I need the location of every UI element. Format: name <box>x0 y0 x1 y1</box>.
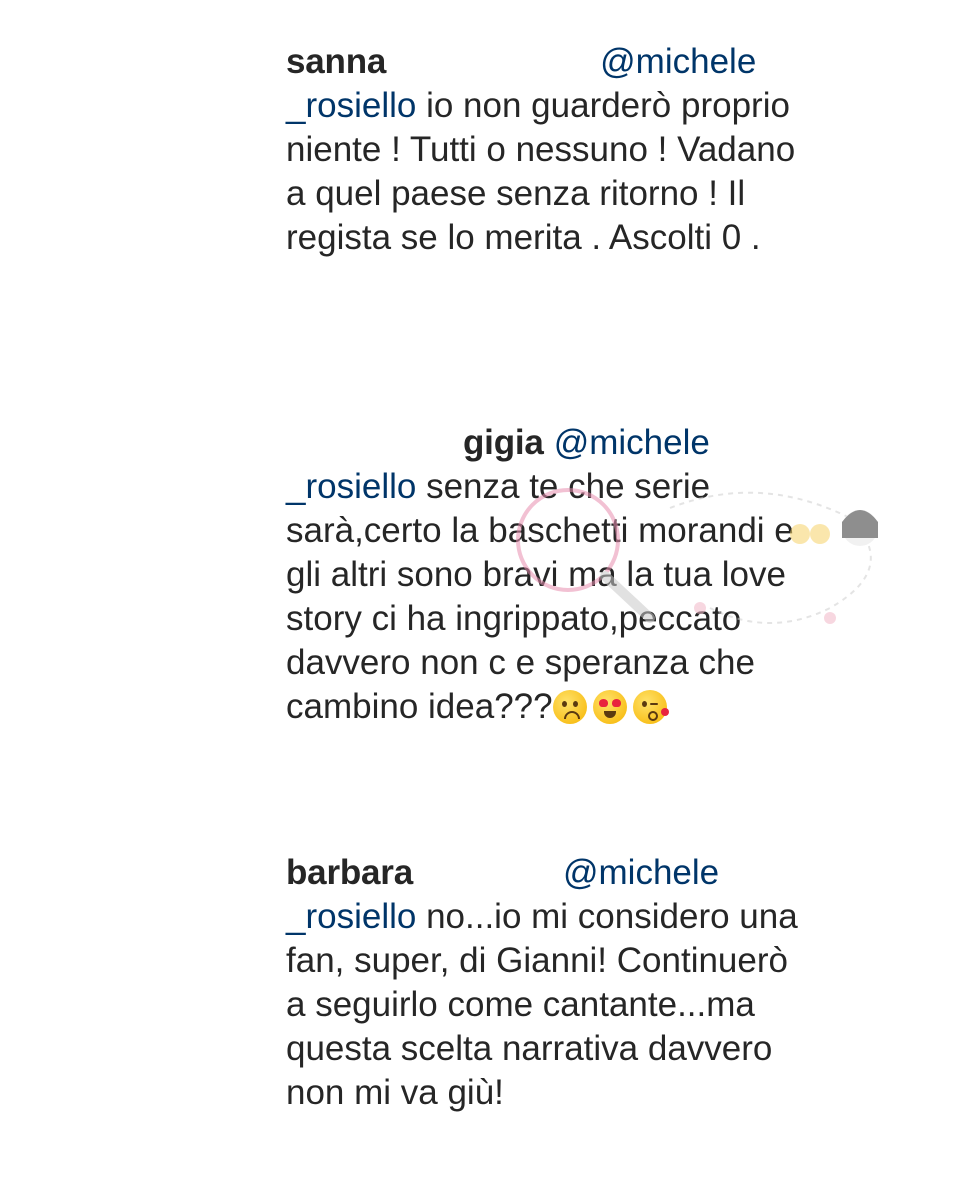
mention-link[interactable]: @michele <box>600 40 756 84</box>
comment: barbara @michele _rosiello no...io mi co… <box>286 851 846 1115</box>
comment-body: _rosiello io non guarderò proprio niente… <box>286 84 846 260</box>
worried-face-icon <box>552 690 587 724</box>
mention-link-continued[interactable]: _rosiello <box>286 467 416 506</box>
comment-text-last: cambino idea??? <box>286 687 553 726</box>
comment-last-line: cambino idea??? <box>286 685 846 729</box>
comment: sanna @michele _rosiello io non guarderò… <box>286 40 846 260</box>
mention-link[interactable]: @michele <box>563 851 719 895</box>
comment-body: _rosiello no...io mi considero una fan, … <box>286 895 846 1115</box>
comment: gigia @michele _rosiello senza te che se… <box>286 421 846 729</box>
comment-text: fan, super, di Gianni! Continuerò a segu… <box>286 941 788 1112</box>
comment-header: sanna @michele <box>286 40 846 84</box>
comment-body: _rosiello senza te che serie sarà,certo … <box>286 465 846 729</box>
mention-link-continued[interactable]: _rosiello <box>286 897 416 936</box>
comment-username[interactable]: sanna <box>286 40 386 84</box>
comment-username[interactable]: barbara <box>286 851 413 895</box>
comment-text-first: io non guarderò proprio <box>416 86 790 125</box>
comment-text: niente ! Tutti o nessuno ! Vadano a quel… <box>286 130 796 257</box>
comment-text: sarà,certo la baschetti morandi e gli al… <box>286 511 794 682</box>
mention-link[interactable]: @michele <box>554 421 710 465</box>
comment-username[interactable]: gigia <box>463 421 544 465</box>
comment-header: gigia @michele <box>286 421 846 465</box>
mention-link-continued[interactable]: _rosiello <box>286 86 416 125</box>
heart-eyes-face-icon <box>592 690 627 724</box>
kissing-heart-face-icon <box>632 690 669 724</box>
comment-text-first: no...io mi considero una <box>416 897 798 936</box>
comment-header: barbara @michele <box>286 851 846 895</box>
comment-text-first: senza te che serie <box>416 467 711 506</box>
